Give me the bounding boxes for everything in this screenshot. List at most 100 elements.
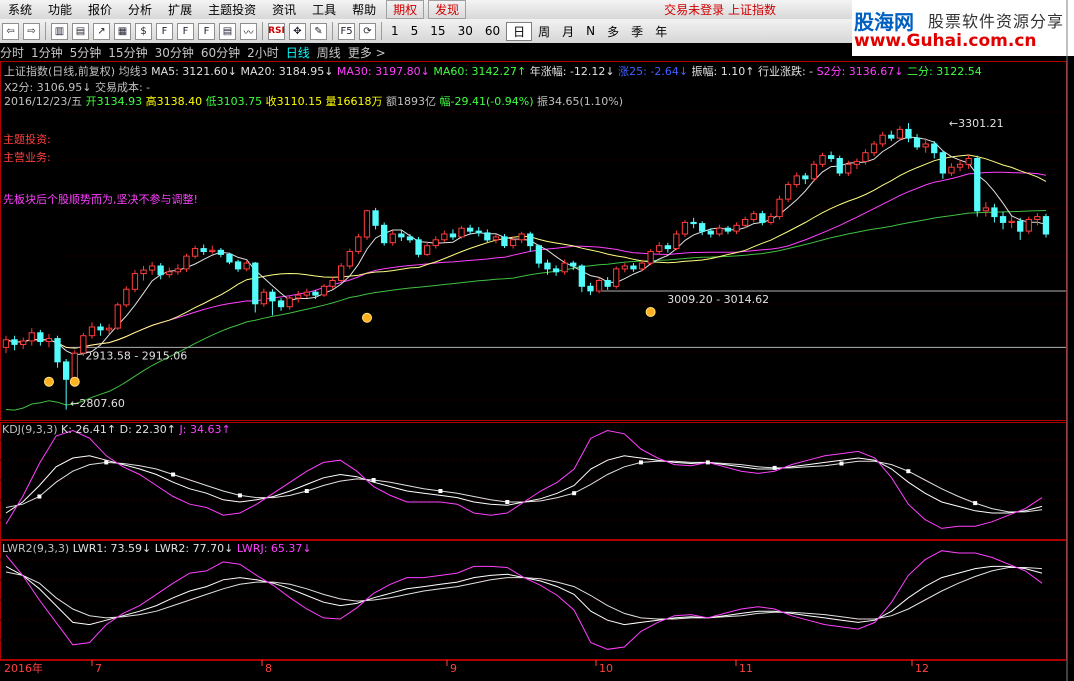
candle-body [234, 261, 242, 270]
candle-body [638, 262, 646, 270]
candle-body [836, 158, 843, 174]
candle-body [965, 158, 972, 165]
candle-body [467, 227, 474, 232]
candle-body [45, 338, 53, 343]
candle-body [681, 221, 689, 235]
candle-body [432, 239, 439, 247]
candle-body [355, 236, 362, 252]
candle-body [449, 233, 457, 238]
candle-body [999, 216, 1007, 223]
kdj-marker [973, 501, 978, 506]
buy-signal-icon-2 [361, 312, 372, 323]
candle-body [776, 198, 783, 218]
candle-body [982, 207, 990, 212]
candle-body [1017, 220, 1024, 232]
candle-body [252, 262, 259, 305]
candle-body [673, 233, 680, 249]
kdj-marker [104, 460, 109, 465]
candle-body [509, 239, 517, 247]
candle-body [329, 280, 336, 287]
quote-8: 振34.65(1.10%) [533, 95, 624, 108]
candle-body [415, 239, 422, 255]
candle-body [312, 291, 319, 296]
candle-body [845, 163, 852, 174]
candle-body [913, 137, 921, 148]
candle-body [295, 294, 302, 299]
candle-body [879, 134, 886, 145]
lwr-2: LWR2: 77.70↓ [154, 542, 234, 555]
candle-body [381, 224, 388, 244]
candle-body [621, 265, 629, 270]
indicator-3: MA30: 3197.80↓ [333, 65, 430, 78]
candle-body [338, 265, 345, 281]
quote-0: 2016/12/23/五 [4, 95, 86, 108]
kdj-d: D: 22.30↑ [119, 423, 177, 436]
indicator-2: MA20: 3184.95↓ [237, 65, 334, 78]
kdj-marker [37, 494, 42, 499]
x-axis-month-3: 10 [599, 662, 613, 675]
kdj-k: K: 26.41↑ [61, 423, 117, 436]
kdj-marker [839, 461, 844, 466]
candle-body [123, 288, 130, 306]
kdj-k-line [5, 455, 1043, 514]
candle-body [595, 280, 603, 292]
candle-body [2, 339, 10, 348]
candle-body [217, 249, 224, 255]
candle-body [931, 143, 938, 154]
candle-body [406, 236, 414, 241]
kdj-marker [906, 469, 911, 474]
candle-body [183, 255, 190, 270]
candle-body [656, 245, 663, 252]
candle-body [458, 227, 465, 238]
candle-body [28, 332, 35, 342]
theme-invest-label: 主题投资: [3, 133, 51, 146]
candle-body [535, 245, 543, 264]
candle-body [1034, 216, 1041, 221]
candle-body [54, 338, 61, 363]
lwr1-line [5, 565, 1043, 626]
x-axis-month-1: 8 [265, 662, 272, 675]
x-axis-year: 2016年 [4, 661, 43, 675]
candle-body [561, 262, 568, 273]
candle-body [346, 251, 353, 267]
quote-6: 额1893亿 [382, 95, 437, 108]
candle-body [724, 227, 732, 232]
candle-body [664, 245, 672, 250]
candle-body [630, 265, 637, 270]
candle-body [544, 262, 551, 270]
lwr-title: LWR2(9,3,3) [2, 542, 70, 555]
indicator-1: MA5: 3121.60↓ [147, 65, 237, 78]
candle-body [484, 232, 491, 241]
x-axis-month-5: 12 [915, 662, 929, 675]
candle-body [157, 265, 164, 276]
quote-7: 幅-29.41(-0.94%) [436, 95, 534, 108]
high-price-label: ←3301.21 [949, 117, 1004, 130]
candle-body [71, 352, 78, 380]
kdj-marker [171, 472, 176, 477]
candle-body [114, 304, 121, 329]
kdj-marker [772, 465, 777, 470]
candle-body [948, 166, 955, 174]
indicator-0: 上证指数(日线,前复权) 均线3 [4, 65, 148, 78]
candle-body [802, 175, 809, 180]
candle-body [243, 262, 250, 270]
candle-body [647, 251, 654, 264]
low-price-label: ←2807.60 [70, 397, 125, 410]
candle-body [174, 268, 181, 273]
candle-body [578, 265, 586, 287]
candle-body [570, 262, 577, 267]
candle-body [888, 134, 895, 139]
candle-body [320, 285, 328, 296]
candle-body [862, 152, 869, 162]
candle-body [828, 155, 835, 160]
candle-body [303, 291, 311, 296]
quote-4: 收3110.15 [262, 95, 323, 108]
candle-body [733, 224, 740, 232]
candle-body [63, 361, 70, 380]
candle-body [767, 216, 775, 223]
x-axis-month-0: 7 [95, 662, 102, 675]
candle-body [750, 213, 757, 220]
kdj-j-line [5, 429, 1043, 529]
quote-summary: 2016/12/23/五 开3134.93 高3138.40 低3103.75 … [4, 93, 623, 109]
quote-2: 高3138.40 [142, 95, 203, 108]
